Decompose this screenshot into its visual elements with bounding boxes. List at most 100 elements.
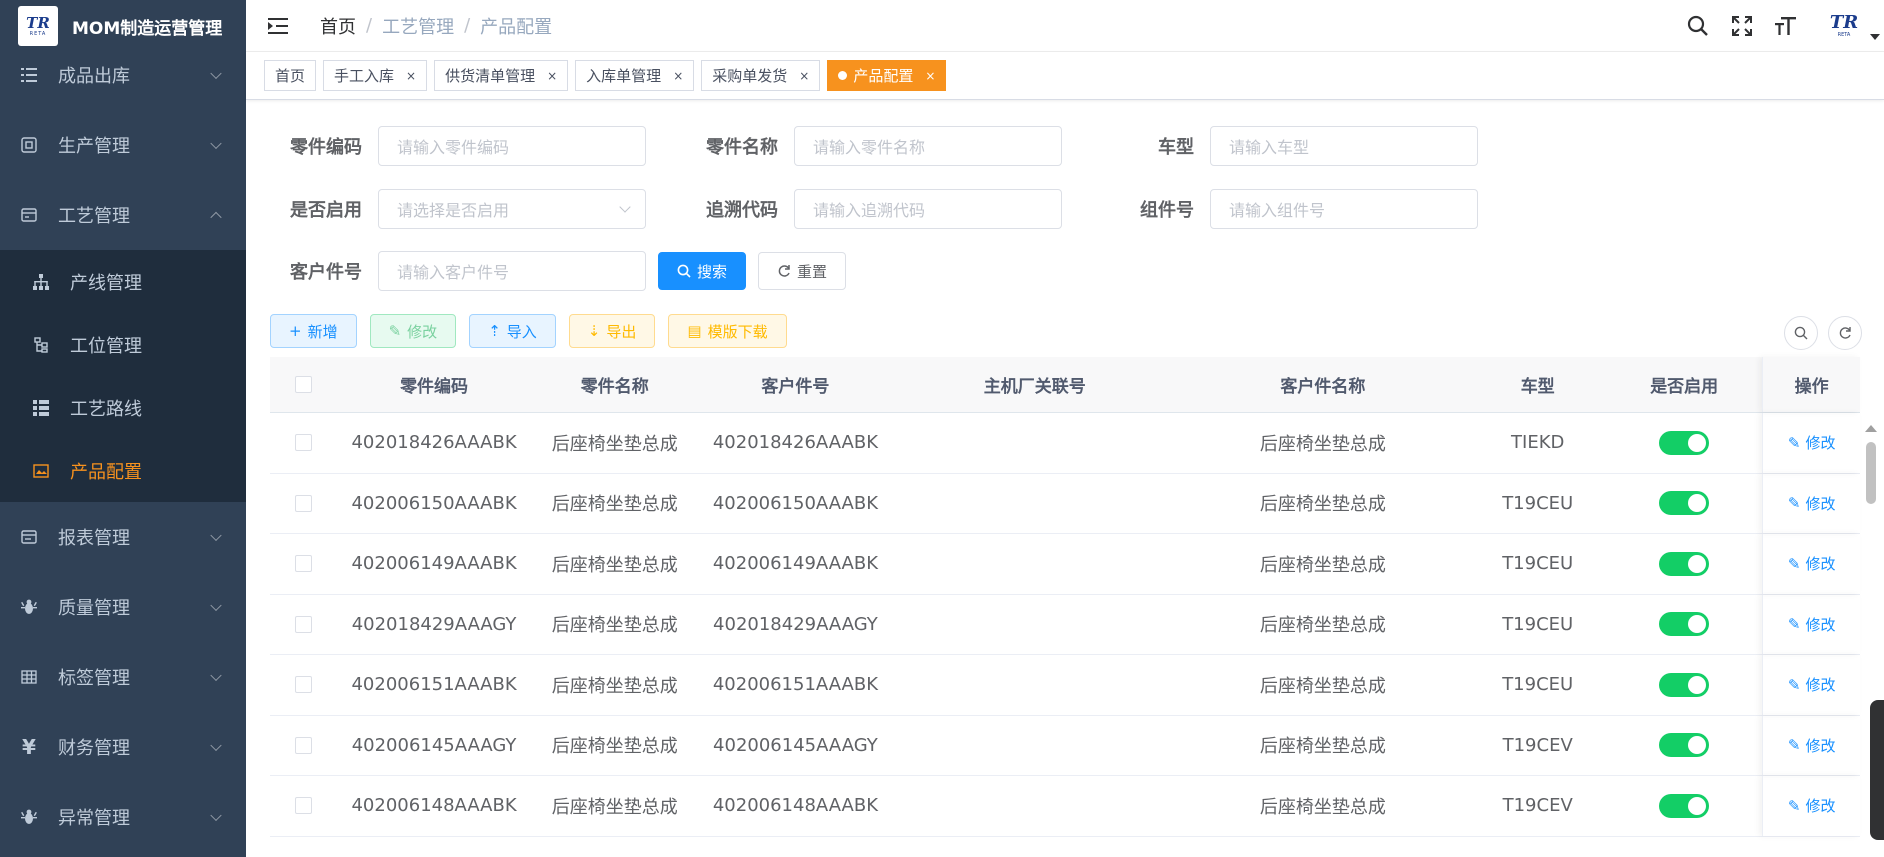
sidebar-item-bottom-0[interactable]: 报表管理	[0, 502, 246, 572]
cell-customer-part-name: 后座椅坐垫总成	[1259, 675, 1386, 697]
submenu-item-0[interactable]: 产线管理	[0, 250, 246, 313]
search-button[interactable]: 搜索	[658, 252, 747, 290]
reset-button[interactable]: 重置	[758, 252, 847, 290]
tag-0[interactable]: 首页	[264, 60, 317, 91]
header-customer-part-name: 客户件名称	[1280, 377, 1366, 397]
scroll-up-icon[interactable]	[1865, 425, 1877, 432]
refresh-icon	[777, 264, 791, 278]
enabled-select[interactable]: 请选择是否启用	[378, 189, 646, 229]
caret-down-icon[interactable]	[1870, 34, 1880, 40]
add-button[interactable]: + 新增	[270, 314, 357, 348]
sidebar-item-label: 报表管理	[58, 528, 130, 549]
part-name-input[interactable]: 请输入零件名称	[794, 126, 1062, 166]
edit-button[interactable]: ✎ 修改	[369, 314, 457, 348]
sidebar-item-2[interactable]: 工艺管理	[0, 180, 246, 250]
fullscreen-icon[interactable]	[1728, 12, 1756, 40]
table-body: 402018426AAABK 后座椅坐垫总成 402018426AAABK 后座…	[270, 413, 1860, 837]
row-checkbox[interactable]	[294, 555, 312, 573]
assembly-no-input[interactable]: 请输入组件号	[1210, 189, 1478, 229]
row-checkbox[interactable]	[294, 615, 312, 633]
enabled-switch[interactable]	[1659, 672, 1710, 697]
close-icon[interactable]: ×	[547, 69, 557, 83]
submenu-item-3[interactable]: 产品配置	[0, 439, 246, 502]
route-icon	[32, 399, 50, 417]
tag-2[interactable]: 供货清单管理 ×	[434, 60, 569, 91]
close-icon[interactable]: ×	[673, 69, 683, 83]
toggle-search-icon[interactable]	[1784, 316, 1818, 350]
tag-5[interactable]: 产品配置 ×	[827, 60, 947, 91]
enabled-switch[interactable]	[1659, 551, 1710, 576]
select-all-checkbox[interactable]	[294, 376, 312, 393]
sidebar-item-bottom-2[interactable]: 标签管理	[0, 642, 246, 712]
cell-part-code: 402006150AAABK	[351, 492, 517, 514]
part-name-label: 零件名称	[706, 137, 778, 158]
enabled-switch[interactable]	[1659, 793, 1710, 818]
close-icon[interactable]: ×	[406, 69, 416, 83]
tag-4[interactable]: 采购单发货 ×	[701, 60, 821, 91]
customer-part-input[interactable]: 请输入客户件号	[378, 251, 646, 291]
hamburger-toggle-icon[interactable]	[268, 17, 288, 34]
sidebar-item-label: 成品出库	[58, 66, 130, 87]
row-checkbox[interactable]	[294, 797, 312, 815]
submenu-item-1[interactable]: 工位管理	[0, 313, 246, 376]
enabled-select-placeholder: 请选择是否启用	[397, 201, 510, 220]
cell-car-model: T19CEU	[1502, 553, 1574, 575]
cell-part-code: 402006145AAAGY	[351, 734, 517, 756]
row-checkbox[interactable]	[294, 434, 312, 452]
import-button[interactable]: ⇡ 导入	[469, 314, 556, 348]
table-header: 零件编码 零件名称 客户件号 主机厂关联号 客户件名称 车型 是否启用 操作	[270, 357, 1861, 413]
trace-code-input[interactable]: 请输入追溯代码	[794, 189, 1062, 229]
enabled-switch[interactable]	[1659, 612, 1710, 637]
part-code-input[interactable]: 请输入零件编码	[378, 126, 646, 166]
font-size-icon[interactable]	[1772, 12, 1800, 40]
row-edit-link[interactable]: ✎ 修改	[1788, 553, 1836, 574]
edit-icon: ✎	[1787, 494, 1801, 513]
refresh-icon[interactable]	[1828, 316, 1862, 350]
row-edit-link[interactable]: ✎ 修改	[1788, 795, 1836, 816]
row-edit-link[interactable]: ✎ 修改	[1788, 735, 1836, 756]
row-edit-link[interactable]: ✎ 修改	[1788, 493, 1836, 514]
enabled-switch[interactable]	[1659, 430, 1710, 455]
upload-icon: ⇡	[488, 322, 501, 340]
header-customer-part: 客户件号	[761, 377, 830, 397]
car-model-input[interactable]: 请输入车型	[1210, 126, 1478, 166]
close-icon[interactable]: ×	[925, 69, 935, 83]
floating-widget[interactable]	[1870, 700, 1884, 840]
close-icon[interactable]: ×	[799, 69, 809, 83]
app-title: MOM制造运营管理	[72, 18, 223, 39]
sidebar-item-label: 异常管理	[58, 808, 130, 829]
template-download-button[interactable]: ▤ 模版下载	[668, 314, 787, 348]
sidebar-item-bottom-1[interactable]: 质量管理	[0, 572, 246, 642]
enabled-switch[interactable]	[1659, 491, 1710, 516]
row-edit-link[interactable]: ✎ 修改	[1788, 674, 1836, 695]
navbar-tools: TR RETA	[1684, 0, 1884, 52]
tag-1[interactable]: 手工入库 ×	[323, 60, 428, 91]
cell-customer-part-name: 后座椅坐垫总成	[1259, 494, 1386, 516]
cell-part-code: 402018429AAAGY	[351, 613, 517, 635]
sidebar-item-bottom-4[interactable]: 异常管理	[0, 782, 246, 852]
tag-3[interactable]: 入库单管理 ×	[575, 60, 695, 91]
cell-customer-part: 402006150AAABK	[712, 492, 879, 514]
sidebar-item-1[interactable]: 生产管理	[0, 110, 246, 180]
row-edit-link[interactable]: ✎ 修改	[1788, 432, 1836, 453]
row-checkbox[interactable]	[294, 736, 312, 754]
submenu-item-2[interactable]: 工艺路线	[0, 376, 246, 439]
breadcrumb: 首页 / 工艺管理 / 产品配置	[320, 13, 552, 39]
product-config-table: 零件编码 零件名称 客户件号 主机厂关联号 客户件名称 车型 是否启用 操作 4…	[270, 357, 1861, 837]
header-car-model: 车型	[1520, 377, 1555, 397]
submenu-item-label: 产线管理	[70, 272, 142, 294]
enabled-switch[interactable]	[1659, 733, 1710, 758]
scrollbar-thumb[interactable]	[1866, 442, 1876, 504]
breadcrumb-home[interactable]: 首页	[320, 13, 356, 39]
table-icon	[20, 668, 38, 686]
row-checkbox[interactable]	[294, 676, 312, 694]
cell-customer-part: 402006148AAABK	[712, 795, 879, 817]
row-checkbox[interactable]	[294, 494, 312, 512]
export-button[interactable]: ⇣ 导出	[568, 314, 656, 348]
cell-customer-part: 402006145AAAGY	[713, 734, 878, 756]
user-avatar[interactable]: TR RETA	[1822, 8, 1866, 44]
row-edit-link[interactable]: ✎ 修改	[1788, 614, 1836, 635]
cell-car-model: T19CEV	[1502, 734, 1573, 756]
sidebar-item-bottom-3[interactable]: ¥ 财务管理	[0, 712, 246, 782]
search-icon[interactable]	[1684, 12, 1712, 40]
